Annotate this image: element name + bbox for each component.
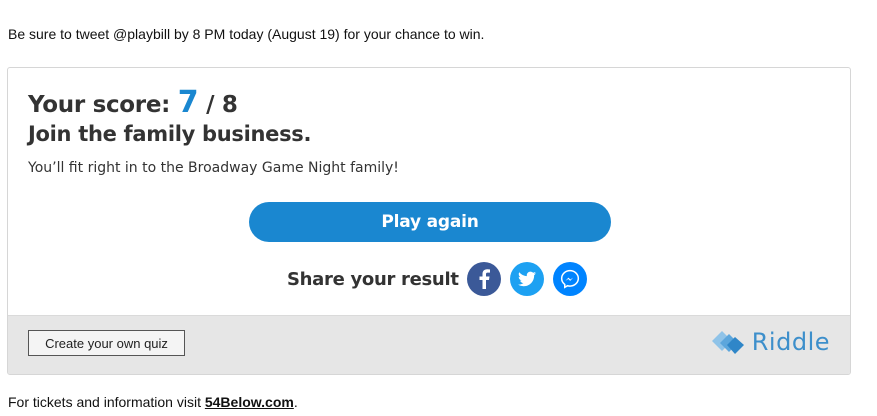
quiz-footer: Create your own quiz Riddle bbox=[8, 315, 850, 374]
riddle-logo[interactable]: Riddle bbox=[710, 328, 830, 356]
share-label: Share your result bbox=[287, 268, 459, 290]
outro-text: For tickets and information visit 54Belo… bbox=[8, 394, 298, 410]
twitter-icon bbox=[517, 271, 536, 287]
intro-text: Be sure to tweet @playbill by 8 PM today… bbox=[8, 26, 485, 42]
outro-suffix: . bbox=[293, 394, 298, 410]
twitter-share-button[interactable] bbox=[509, 262, 544, 296]
share-row: Share your result bbox=[287, 262, 587, 296]
result-description: You’ll fit right in to the Broadway Game… bbox=[28, 160, 399, 176]
play-again-button[interactable]: Play again bbox=[249, 202, 611, 242]
outro-label: For tickets and information visit bbox=[8, 394, 201, 410]
tickets-link[interactable]: 54Below.com bbox=[205, 394, 294, 410]
result-title: Join the family business. bbox=[28, 122, 312, 146]
messenger-share-button[interactable] bbox=[552, 262, 587, 296]
result-section: Your score: 7 / 8 Join the family busine… bbox=[28, 88, 830, 177]
brand-name: Riddle bbox=[751, 328, 830, 356]
quiz-result-card: Your score: 7 / 8 Join the family busine… bbox=[7, 67, 851, 375]
facebook-share-button[interactable] bbox=[466, 262, 501, 296]
score-total: / 8 bbox=[206, 92, 238, 118]
messenger-icon bbox=[560, 269, 579, 289]
score-prefix: Your score: bbox=[28, 92, 171, 118]
facebook-icon bbox=[479, 269, 490, 289]
create-quiz-button[interactable]: Create your own quiz bbox=[28, 330, 185, 356]
score-value: 7 bbox=[177, 85, 199, 120]
score-line: Your score: 7 / 8 bbox=[28, 88, 830, 120]
riddle-logo-icon bbox=[711, 331, 744, 354]
